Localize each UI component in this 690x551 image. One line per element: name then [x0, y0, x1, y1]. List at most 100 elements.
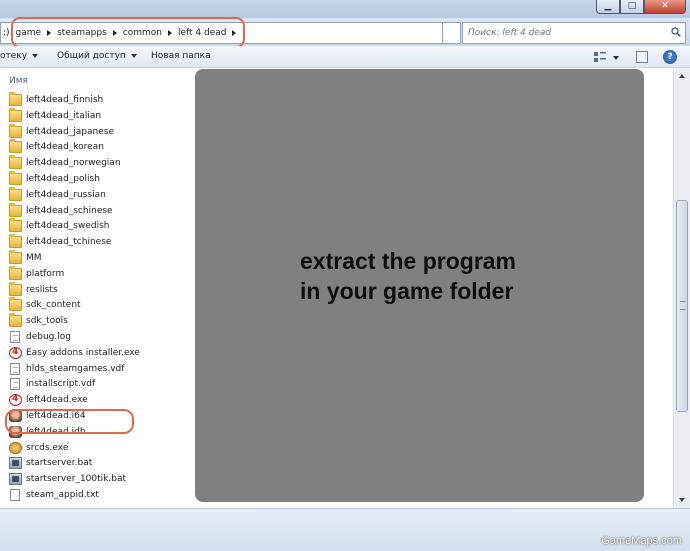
scroll-thumb[interactable] — [676, 200, 688, 412]
address-bar[interactable]: :) game steamapps common left 4 dead — [0, 22, 443, 44]
instruction-line-2: in your game folder — [300, 278, 514, 304]
file-name: left4dead_tchinese — [26, 237, 112, 248]
file-name: startserver.bat — [26, 458, 93, 469]
organize-label: отеку — [0, 51, 28, 61]
folder-icon — [9, 218, 22, 233]
window-controls: ▁ □ ✕ — [596, 0, 686, 14]
file-icon — [10, 362, 20, 375]
file-row[interactable]: left4dead_swedish — [9, 218, 109, 234]
file-row[interactable]: steam_appid.txt — [9, 487, 99, 503]
file-row[interactable]: startserver.bat — [9, 455, 92, 471]
file-row[interactable]: left4dead_polish — [9, 171, 100, 187]
folder-icon — [9, 234, 22, 249]
scroll-down-button[interactable] — [674, 492, 690, 508]
chevron-down-icon — [130, 54, 137, 58]
file-row[interactable]: left4dead_russian — [9, 186, 106, 203]
file-row[interactable]: reslists — [9, 281, 58, 298]
details-pane: GameMaps.com — [0, 508, 690, 551]
file-icon — [10, 331, 20, 343]
l4d-icon — [9, 394, 22, 407]
breadcrumb-label: steamapps — [57, 28, 107, 38]
file-name: steam_appid.txt — [26, 490, 99, 500]
text-file-icon — [10, 489, 20, 501]
chevron-down-icon[interactable] — [613, 56, 619, 60]
help-icon[interactable]: ? — [663, 50, 677, 64]
file-row[interactable]: left4dead.exe — [9, 392, 88, 408]
preview-pane-icon[interactable] — [636, 51, 648, 63]
search-input[interactable] — [463, 23, 659, 43]
folder-icon — [9, 186, 22, 201]
file-name: left4dead_polish — [26, 174, 100, 184]
face-icon — [9, 425, 22, 438]
file-row[interactable]: installscript.vdf — [9, 376, 95, 392]
file-row[interactable]: sdk_content — [9, 297, 81, 313]
file-name: left4dead_norwegian — [26, 158, 121, 169]
file-row[interactable]: startserver_100tik.bat — [9, 471, 126, 487]
breadcrumb-prefix: :) — [3, 28, 10, 38]
file-name: left4dead_korean — [26, 142, 104, 153]
vertical-scrollbar[interactable] — [673, 68, 690, 508]
organize-menu[interactable]: отеку — [0, 51, 39, 61]
file-row[interactable]: left4dead.idb — [9, 424, 86, 440]
instruction-overlay: extract the program in your game folder — [195, 69, 644, 502]
chevron-right-icon[interactable] — [167, 30, 172, 36]
breadcrumb-steamapps[interactable]: steamapps — [57, 28, 117, 38]
breadcrumb-common[interactable]: common — [123, 28, 172, 38]
file-row[interactable]: left4dead_tchinese — [9, 234, 111, 250]
maximize-button[interactable]: □ — [620, 0, 644, 14]
chevron-right-icon[interactable] — [47, 30, 52, 36]
file-name: left4dead_schinese — [26, 205, 113, 216]
file-row[interactable]: hlds_steamgames.vdf — [9, 361, 124, 377]
file-name: left4dead_japanese — [26, 126, 114, 137]
close-button[interactable]: ✕ — [644, 0, 686, 14]
chevron-right-icon[interactable] — [112, 30, 117, 36]
file-name: srcds.exe — [26, 442, 69, 453]
file-row[interactable]: platform — [9, 265, 65, 282]
file-name: left4dead.i64 — [26, 411, 86, 421]
view-options-icon[interactable] — [594, 52, 606, 62]
file-row[interactable]: left4dead_italian — [9, 107, 101, 124]
file-row[interactable]: MM — [9, 250, 42, 266]
file-row[interactable]: Easy addons installer.exe — [9, 345, 140, 361]
column-header-name[interactable]: Имя — [9, 76, 28, 86]
bat-icon — [9, 457, 22, 470]
file-row[interactable]: left4dead_japanese — [9, 123, 114, 140]
file-row[interactable]: debug.log — [9, 329, 71, 345]
scroll-up-button[interactable] — [674, 68, 690, 84]
file-row[interactable]: srcds.exe — [9, 440, 68, 456]
minimize-button[interactable]: ▁ — [596, 0, 620, 14]
breadcrumb-label: game — [15, 28, 42, 38]
share-menu[interactable]: Общий доступ — [57, 51, 137, 61]
file-name: left4dead_swedish — [26, 221, 110, 232]
search-icon[interactable] — [671, 27, 681, 37]
new-folder-button[interactable]: Новая папка — [151, 51, 211, 61]
folder-icon — [9, 92, 22, 106]
file-row[interactable]: left4dead_schinese — [9, 202, 113, 219]
instruction-line-1: extract the program — [300, 248, 517, 274]
folder-icon — [9, 265, 22, 280]
srcds-icon — [9, 441, 22, 454]
file-name: left4dead_russian — [26, 189, 106, 200]
folder-icon — [9, 139, 22, 154]
file-name: left4dead.idb — [26, 426, 86, 437]
file-name: hlds_steamgames.vdf — [26, 363, 125, 374]
breadcrumb-label: left 4 dead — [177, 28, 227, 38]
breadcrumb-game[interactable]: game — [16, 28, 52, 38]
folder-icon — [9, 155, 22, 170]
file-row[interactable]: sdk_tools — [9, 313, 68, 329]
file-row[interactable]: left4dead_norwegian — [9, 155, 121, 171]
bat-icon — [9, 473, 22, 486]
chevron-down-icon — [32, 54, 39, 58]
watermark: GameMaps.com — [601, 535, 682, 547]
file-name: platform — [26, 268, 65, 279]
file-row[interactable]: left4dead_korean — [9, 139, 104, 155]
chevron-right-icon[interactable] — [232, 30, 237, 36]
breadcrumb-label: common — [122, 28, 162, 38]
new-folder-label: Новая папка — [151, 51, 211, 61]
address-refresh-button[interactable] — [443, 22, 461, 44]
search-box[interactable] — [462, 22, 686, 44]
file-row[interactable]: left4dead.i64 — [9, 408, 86, 424]
file-name: sdk_content — [26, 300, 81, 311]
file-row[interactable]: left4dead_finnish — [9, 92, 103, 108]
breadcrumb-left-4-dead[interactable]: left 4 dead — [178, 28, 237, 38]
